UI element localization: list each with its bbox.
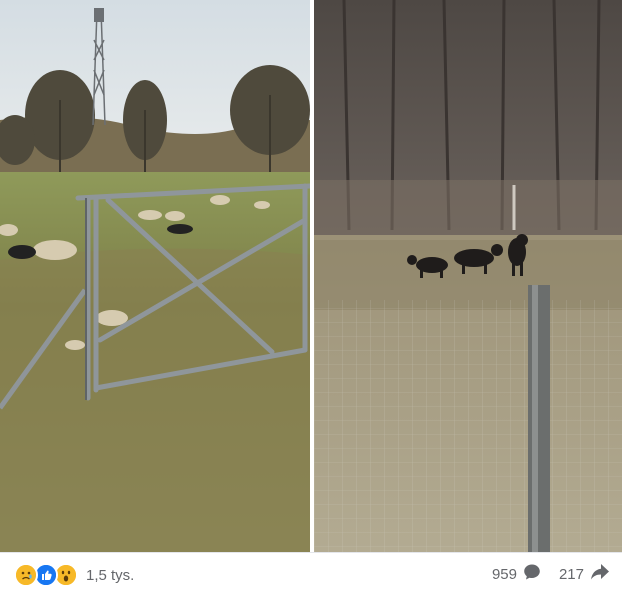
photo-wolves-fence[interactable] (314, 0, 622, 552)
reactions-summary[interactable]: 1,5 tys. (14, 563, 134, 587)
photo-gate-field[interactable] (0, 0, 310, 552)
sad-reaction-icon (14, 563, 38, 587)
post-stats: 959 217 (492, 563, 610, 585)
shares-count-button[interactable]: 217 (559, 563, 610, 585)
reactions-count: 1,5 tys. (86, 566, 135, 584)
post-photo-grid (0, 0, 622, 552)
comments-count: 959 (491, 565, 517, 583)
comments-count-button[interactable]: 959 (492, 563, 541, 585)
post-engagement-bar: 1,5 tys. 959 217 (0, 552, 622, 592)
shares-count: 217 (558, 565, 584, 583)
comment-icon (523, 563, 541, 585)
share-icon (590, 563, 610, 585)
